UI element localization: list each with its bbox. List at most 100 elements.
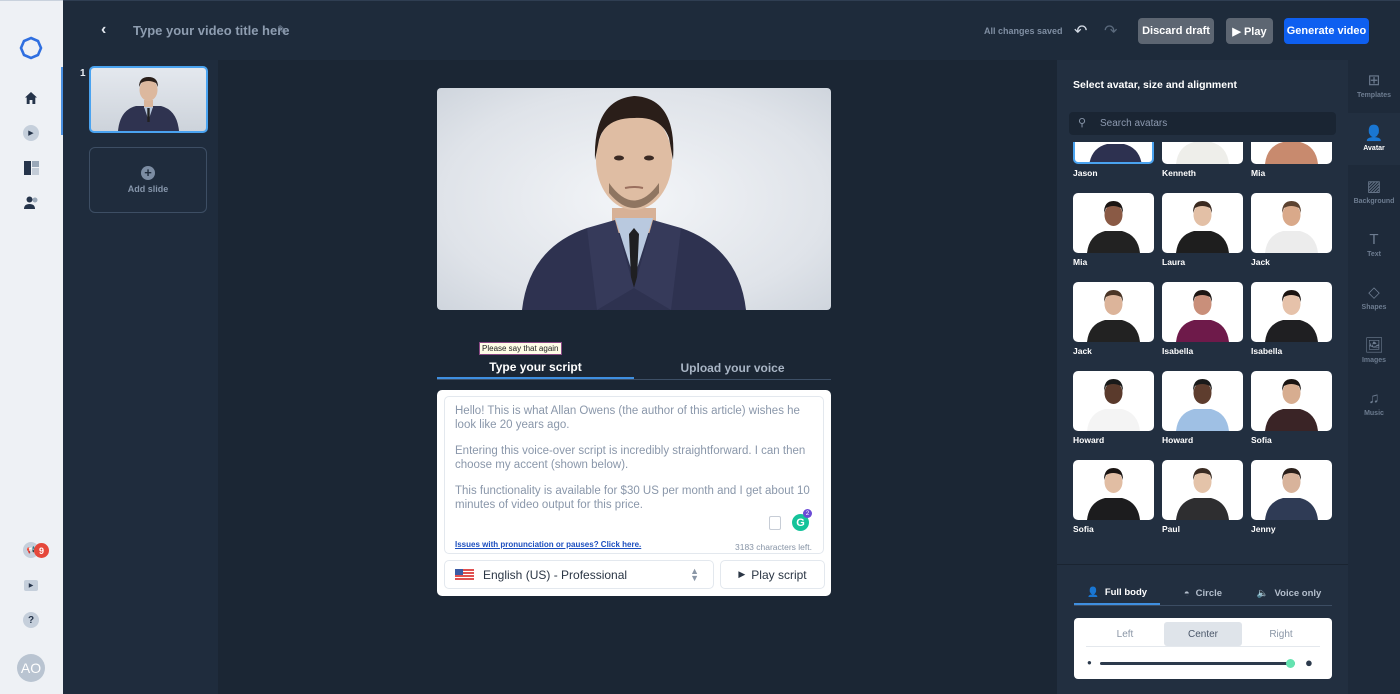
script-textarea[interactable]: Hello! This is what Allan Owens (the aut… (444, 396, 824, 554)
play-icon: ▶ (738, 569, 746, 579)
user-avatar[interactable]: AO (17, 654, 45, 682)
avatar-panel: Select avatar, size and alignment ⚲ Sear… (1057, 60, 1348, 694)
back-button[interactable]: ‹ (101, 21, 115, 39)
shapes-icon: ◇ (1368, 284, 1380, 301)
presenter-thumbnail-image (118, 77, 179, 131)
language-label: English (US) - Professional (483, 567, 628, 582)
save-status: All changes saved (984, 26, 1063, 36)
avatar-image (1073, 460, 1154, 520)
tab-circle[interactable]: ◓ Circle (1160, 582, 1246, 605)
avatar-image (1251, 142, 1332, 164)
avatar-grid[interactable]: Jason Kenneth Mia Mia Laura Jack Jack Isabella I… (1069, 142, 1339, 560)
avatar-image (1251, 371, 1332, 431)
slider-handle[interactable] (1286, 659, 1295, 668)
left-nav-rail: ▶ 📢 9 ▶ ? AO (0, 0, 63, 694)
templates-icon (23, 161, 39, 175)
undo-icon[interactable]: ↶ (1074, 21, 1087, 41)
language-select[interactable]: English (US) - Professional ▲ ▼ (444, 560, 714, 589)
generate-video-button[interactable]: Generate video (1284, 18, 1369, 44)
tool-shapes[interactable]: ◇ Shapes (1348, 272, 1400, 324)
avatar-option[interactable]: Jack (1251, 193, 1332, 267)
video-editor-app: ▶ 📢 9 ▶ ? AO ‹ Type your video title her… (0, 0, 1400, 694)
avatar-image (1162, 460, 1243, 520)
add-slide-label: Add slide (127, 184, 169, 194)
tool-text[interactable]: T Text (1348, 219, 1400, 271)
avatar-name: Sofia (1251, 435, 1272, 445)
video-preview[interactable] (437, 88, 831, 310)
tool-music[interactable]: ♫ Music (1348, 378, 1400, 430)
align-right-button[interactable]: Right (1242, 622, 1320, 646)
slide-number: 1 (80, 68, 86, 79)
avatar-option[interactable]: Howard (1073, 371, 1154, 445)
avatar-option[interactable]: Laura (1162, 193, 1243, 267)
tab-full-body[interactable]: 👤 Full body (1074, 582, 1160, 605)
avatar-name: Jack (1251, 257, 1270, 267)
avatar-option[interactable]: Mia (1073, 193, 1154, 267)
notification-badge: 9 (34, 543, 49, 558)
large-person-icon: ● (1305, 655, 1313, 670)
avatar-name: Jason (1073, 168, 1098, 178)
presenter-avatar-image (522, 96, 746, 310)
tool-templates[interactable]: ⊞ Templates (1348, 60, 1400, 112)
play-script-button[interactable]: ▶ Play script (720, 560, 825, 589)
clipboard-icon[interactable] (769, 516, 781, 530)
avatar-name: Howard (1073, 435, 1105, 445)
avatar-option[interactable]: Paul (1162, 460, 1243, 534)
tool-avatar[interactable]: 👤 Avatar (1348, 113, 1400, 165)
slide-thumbnail[interactable] (89, 66, 208, 133)
tool-label: Music (1364, 410, 1384, 417)
avatar-option[interactable]: Sofia (1251, 371, 1332, 445)
alignment-options: Left Center Right (1086, 622, 1320, 647)
add-slide-button[interactable]: + Add slide (89, 147, 207, 213)
us-flag-icon (455, 568, 474, 581)
search-avatars-input[interactable]: ⚲ Search avatars (1069, 112, 1336, 135)
avatar-option[interactable]: Jack (1073, 282, 1154, 356)
redo-icon[interactable]: ↷ (1104, 21, 1117, 41)
script-text[interactable]: Hello! This is what Allan Owens (the aut… (455, 404, 815, 524)
home-icon (25, 92, 37, 104)
avatar-option[interactable]: Jenny (1251, 460, 1332, 534)
nav-avatars[interactable] (20, 192, 42, 214)
avatar-size-slider[interactable] (1100, 659, 1295, 668)
avatar-option[interactable]: Howard (1162, 371, 1243, 445)
avatar-option[interactable]: Isabella (1162, 282, 1243, 356)
nav-templates[interactable] (20, 157, 42, 179)
circle-avatar-icon: ◓ (1183, 588, 1190, 599)
tool-background[interactable]: ▨ Background (1348, 166, 1400, 218)
avatar-option[interactable]: Jason (1073, 142, 1154, 178)
nav-help[interactable]: ? (20, 609, 42, 631)
nav-home[interactable] (20, 87, 42, 109)
nav-videos[interactable]: ▶ (20, 122, 42, 144)
avatar-icon: 👤 (1364, 125, 1384, 142)
video-title-input[interactable]: Type your video title here (133, 23, 290, 38)
discard-draft-button[interactable]: Discard draft (1138, 18, 1214, 44)
avatar-name: Howard (1162, 435, 1194, 445)
pencil-icon[interactable]: ✎ (277, 23, 287, 37)
tab-type-script[interactable]: Type your script (437, 356, 634, 379)
avatar-option[interactable]: Sofia (1073, 460, 1154, 534)
tab-upload-voice[interactable]: Upload your voice (634, 356, 831, 379)
nav-tutorials[interactable]: ▶ (20, 574, 42, 596)
pronunciation-help-link[interactable]: Issues with pronunciation or pauses? Cli… (455, 540, 641, 549)
avatar-name: Jack (1073, 346, 1092, 356)
tab-voice-only[interactable]: 🔈 Voice only (1246, 582, 1332, 605)
slides-panel: 1 + Add slide (63, 60, 218, 694)
script-card: Hello! This is what Allan Owens (the aut… (437, 390, 831, 596)
align-left-button[interactable]: Left (1086, 622, 1164, 646)
tool-label: Avatar (1363, 145, 1385, 152)
tool-images[interactable]: 🖼 Images (1348, 325, 1400, 377)
avatar-option[interactable]: Kenneth (1162, 142, 1243, 178)
avatar-option[interactable]: Isabella (1251, 282, 1332, 356)
avatar-image (1251, 460, 1332, 520)
avatar-option[interactable]: Mia (1251, 142, 1332, 178)
align-center-button[interactable]: Center (1164, 622, 1242, 646)
avatar-image (1073, 142, 1154, 164)
play-button[interactable]: ▶ Play (1226, 18, 1273, 44)
play-script-label: Play script (751, 567, 807, 582)
templates-icon: ⊞ (1367, 72, 1381, 89)
person-icon: 👤 (1086, 587, 1099, 598)
small-person-icon: ● (1087, 658, 1092, 667)
app-logo-icon[interactable] (19, 36, 43, 60)
divider (1057, 564, 1348, 565)
tools-rail: ⊞ Templates 👤 Avatar ▨ Background T Text ◇ Shapes… (1348, 60, 1400, 694)
